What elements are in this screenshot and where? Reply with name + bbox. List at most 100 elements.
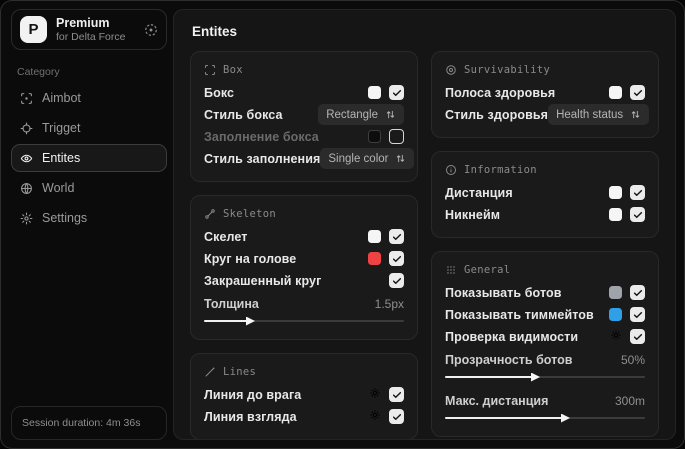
card-skeleton: Skeleton Скелет Круг на голове Закрашенный … (190, 195, 418, 340)
card-general: General Показывать ботов Показывать тиммей… (431, 251, 659, 437)
slider-thumb[interactable] (531, 372, 540, 382)
sync-icon[interactable] (144, 23, 158, 37)
card-header: Skeleton (204, 208, 404, 220)
card-information: Information Дистанция Никнейм (431, 151, 659, 238)
color-swatch[interactable] (368, 252, 381, 265)
gear-icon[interactable] (610, 328, 622, 346)
row-label: Скелет (204, 229, 248, 244)
checkbox[interactable] (630, 307, 645, 322)
row-controls (609, 185, 645, 200)
checkbox[interactable] (389, 409, 404, 424)
toggle-row: Закрашенный круг (204, 270, 404, 291)
card-header: General (445, 264, 645, 276)
checkbox[interactable] (389, 85, 404, 100)
select-row: Стиль здоровья Health status (445, 104, 650, 125)
checkbox[interactable] (389, 129, 404, 144)
app-window: P Premium for Delta Force Category Aimbo… (0, 0, 685, 449)
row-controls (368, 229, 404, 244)
slider-value: 50% (620, 352, 645, 367)
row-label: Стиль бокса (204, 107, 283, 122)
sidebar-item-world[interactable]: World (11, 174, 167, 202)
row-controls (369, 386, 404, 404)
color-swatch[interactable] (609, 308, 622, 321)
dropdown-value: Single color (328, 152, 389, 165)
toggle-row: Проверка видимости (445, 326, 645, 347)
row-controls (610, 328, 645, 346)
color-swatch[interactable] (609, 208, 622, 221)
category-label: Category (17, 66, 60, 78)
row-controls (368, 129, 404, 144)
sidebar-item-trigget[interactable]: Trigget (11, 114, 167, 142)
slider[interactable] (445, 371, 645, 382)
sidebar-nav: Aimbot Trigget Entites World Settings (11, 84, 167, 232)
color-swatch[interactable] (609, 86, 622, 99)
sidebar-item-entites[interactable]: Entites (11, 144, 167, 172)
checkbox[interactable] (389, 251, 404, 266)
dropdown-value: Rectangle (326, 108, 378, 121)
color-swatch[interactable] (368, 230, 381, 243)
dropdown[interactable]: Rectangle (318, 104, 404, 125)
row-label: Круг на голове (204, 251, 297, 266)
checkbox[interactable] (630, 85, 645, 100)
gear-icon[interactable] (369, 408, 381, 426)
card-title: Lines (223, 366, 257, 378)
brand-card: P Premium for Delta Force (11, 9, 167, 50)
dropdown[interactable]: Health status (548, 104, 650, 125)
checkbox[interactable] (630, 329, 645, 344)
slider-row: Макс. дистанция 300m (445, 391, 645, 423)
color-swatch[interactable] (609, 286, 622, 299)
row-label: Проверка видимости (445, 329, 579, 344)
slider-thumb[interactable] (246, 316, 255, 326)
toggle-row: Показывать тиммейтов (445, 304, 645, 325)
row-label: Бокс (204, 85, 235, 100)
card-title: Information (464, 164, 537, 176)
row-label: Заполнение бокса (204, 129, 319, 144)
row-controls (609, 85, 645, 100)
world-icon (20, 182, 33, 195)
slider-label: Прозрачность ботов (445, 352, 573, 367)
checkbox[interactable] (630, 207, 645, 222)
checkbox[interactable] (389, 273, 404, 288)
dropdown[interactable]: Single color (320, 148, 415, 169)
sidebar-item-settings[interactable]: Settings (11, 204, 167, 232)
color-swatch[interactable] (368, 130, 381, 143)
row-controls (389, 273, 404, 288)
slider-value: 1.5px (374, 296, 404, 311)
slider-label-row: Толщина 1.5px (204, 294, 404, 313)
brand-text: Premium for Delta Force (56, 16, 135, 42)
toggle-row: Линия взгляда (204, 406, 404, 427)
slider-thumb[interactable] (561, 413, 570, 423)
slider[interactable] (204, 315, 404, 326)
color-swatch[interactable] (368, 86, 381, 99)
brand-title: Premium (56, 16, 110, 31)
card-header: Lines (204, 366, 404, 378)
box-icon (204, 64, 216, 76)
toggle-row: Бокс (204, 82, 404, 103)
card-header: Box (204, 64, 404, 76)
slider[interactable] (445, 412, 645, 423)
card-lines: Lines Линия до врага Линия взгляда (190, 353, 418, 439)
card-columns: Box Бокс Стиль бокса Rectangle Заполнение бо… (190, 51, 659, 439)
gear-icon[interactable] (369, 386, 381, 404)
sidebar-item-label: Entites (42, 151, 81, 165)
checkbox[interactable] (389, 387, 404, 402)
row-label: Показывать тиммейтов (445, 307, 594, 322)
information-icon (445, 164, 457, 176)
settings-icon (20, 212, 33, 225)
select-row: Стиль заполнения Single color (204, 148, 415, 169)
slider-value: 300m (614, 393, 645, 408)
toggle-row: Линия до врага (204, 384, 404, 405)
sidebar-item-label: Aimbot (42, 91, 81, 105)
checkbox[interactable] (630, 185, 645, 200)
general-icon (445, 264, 457, 276)
select-row: Стиль бокса Rectangle (204, 104, 404, 125)
toggle-row: Скелет (204, 226, 404, 247)
checkbox[interactable] (630, 285, 645, 300)
color-swatch[interactable] (609, 186, 622, 199)
lines-icon (204, 366, 216, 378)
row-controls (609, 207, 645, 222)
row-controls (368, 251, 404, 266)
checkbox[interactable] (389, 229, 404, 244)
card-header: Survivability (445, 64, 645, 76)
sidebar-item-aimbot[interactable]: Aimbot (11, 84, 167, 112)
